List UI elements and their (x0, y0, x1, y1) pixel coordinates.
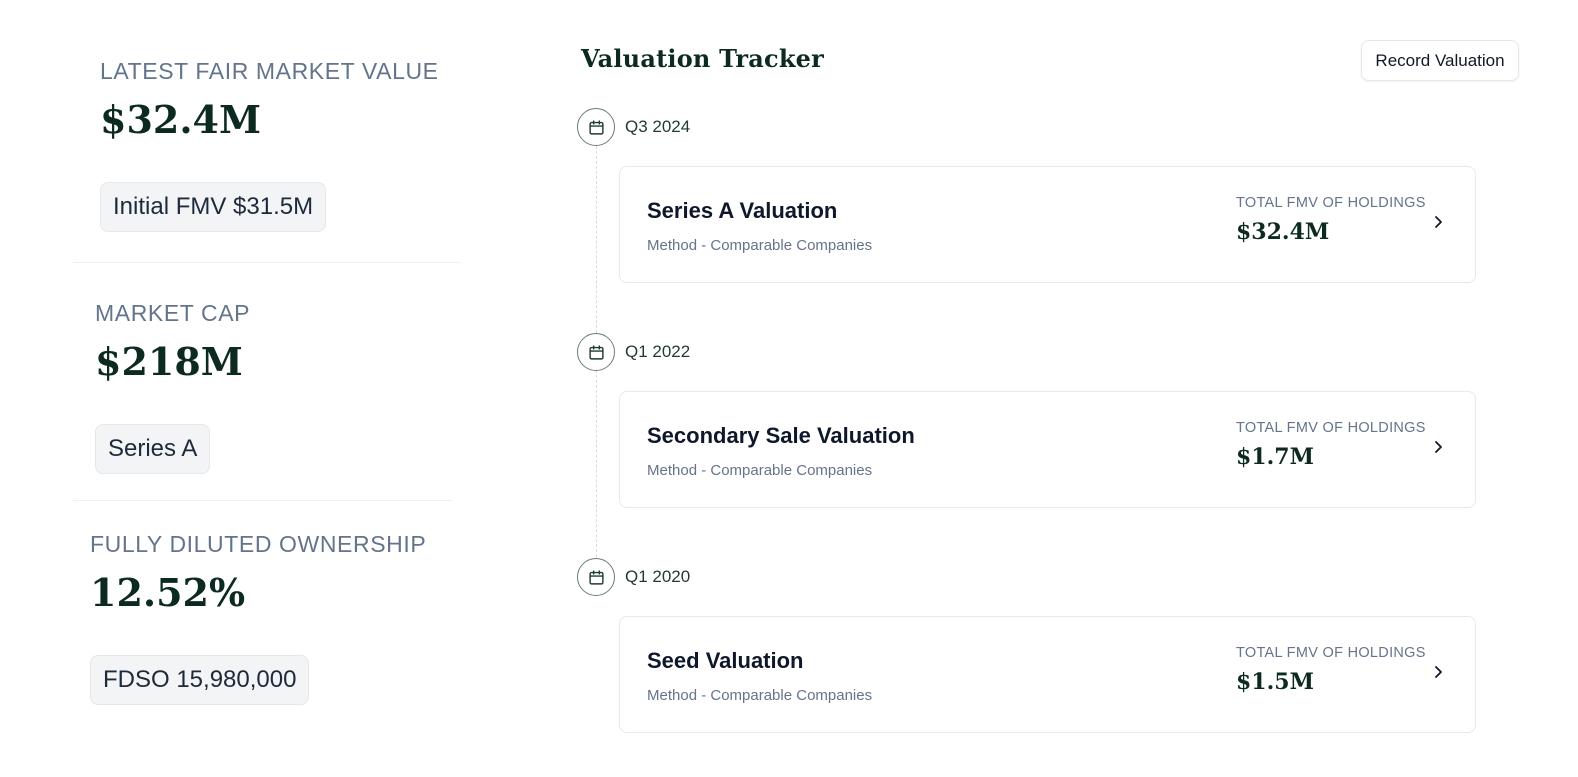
valuation-method: Method - Comparable Companies (647, 462, 873, 479)
timeline-date: Q3 2024 (577, 108, 690, 146)
calendar-icon (577, 333, 615, 371)
valuation-card[interactable]: Series A Valuation Method - Comparable C… (619, 166, 1476, 283)
valuation-card[interactable]: Secondary Sale Valuation Method - Compar… (619, 391, 1476, 508)
latest-fmv-stat: LATEST FAIR MARKET VALUE $32.4M Initial … (100, 58, 439, 232)
valuation-name: Seed Valuation (647, 648, 804, 673)
round-badge: Series A (95, 424, 211, 474)
valuation-card[interactable]: Seed Valuation Method - Comparable Compa… (619, 616, 1476, 733)
chevron-right-icon[interactable] (1431, 665, 1445, 679)
date-label: Q3 2024 (625, 117, 691, 136)
divider (73, 500, 453, 501)
stat-value: $218M (95, 339, 243, 384)
ownership-stat: FULLY DILUTED OWNERSHIP 12.52% FDSO 15,9… (90, 531, 426, 705)
calendar-icon (577, 108, 615, 146)
stat-value: $32.4M (100, 97, 262, 142)
fmv-label: TOTAL FMV OF HOLDINGS (1236, 645, 1426, 661)
fmv-label: TOTAL FMV OF HOLDINGS (1236, 195, 1426, 211)
divider (73, 262, 461, 263)
stat-label: FULLY DILUTED OWNERSHIP (90, 531, 427, 557)
chevron-right-icon[interactable] (1431, 215, 1445, 229)
fmv-value: $32.4M (1236, 219, 1330, 245)
stat-label: MARKET CAP (95, 300, 251, 326)
initial-fmv-badge: Initial FMV $31.5M (100, 182, 327, 232)
stat-value: 12.52% (90, 570, 246, 615)
timeline-date: Q1 2020 (577, 558, 690, 596)
record-valuation-button[interactable]: Record Valuation (1361, 40, 1519, 81)
market-cap-stat: MARKET CAP $218M Series A (95, 300, 250, 474)
valuation-name: Series A Valuation (647, 198, 838, 223)
timeline-date: Q1 2022 (577, 333, 690, 371)
date-label: Q1 2022 (625, 342, 691, 361)
chevron-right-icon[interactable] (1431, 440, 1445, 454)
fmv-value: $1.7M (1236, 444, 1314, 470)
fdso-badge: FDSO 15,980,000 (90, 655, 310, 705)
calendar-icon (577, 558, 615, 596)
valuation-page: LATEST FAIR MARKET VALUE $32.4M Initial … (0, 0, 1578, 777)
valuation-method: Method - Comparable Companies (647, 237, 873, 254)
fmv-label: TOTAL FMV OF HOLDINGS (1236, 420, 1426, 436)
valuation-name: Secondary Sale Valuation (647, 423, 915, 448)
stat-label: LATEST FAIR MARKET VALUE (100, 58, 439, 84)
valuation-method: Method - Comparable Companies (647, 687, 873, 704)
tracker-title: Valuation Tracker (581, 44, 824, 73)
fmv-value: $1.5M (1236, 669, 1314, 695)
date-label: Q1 2020 (625, 567, 691, 586)
